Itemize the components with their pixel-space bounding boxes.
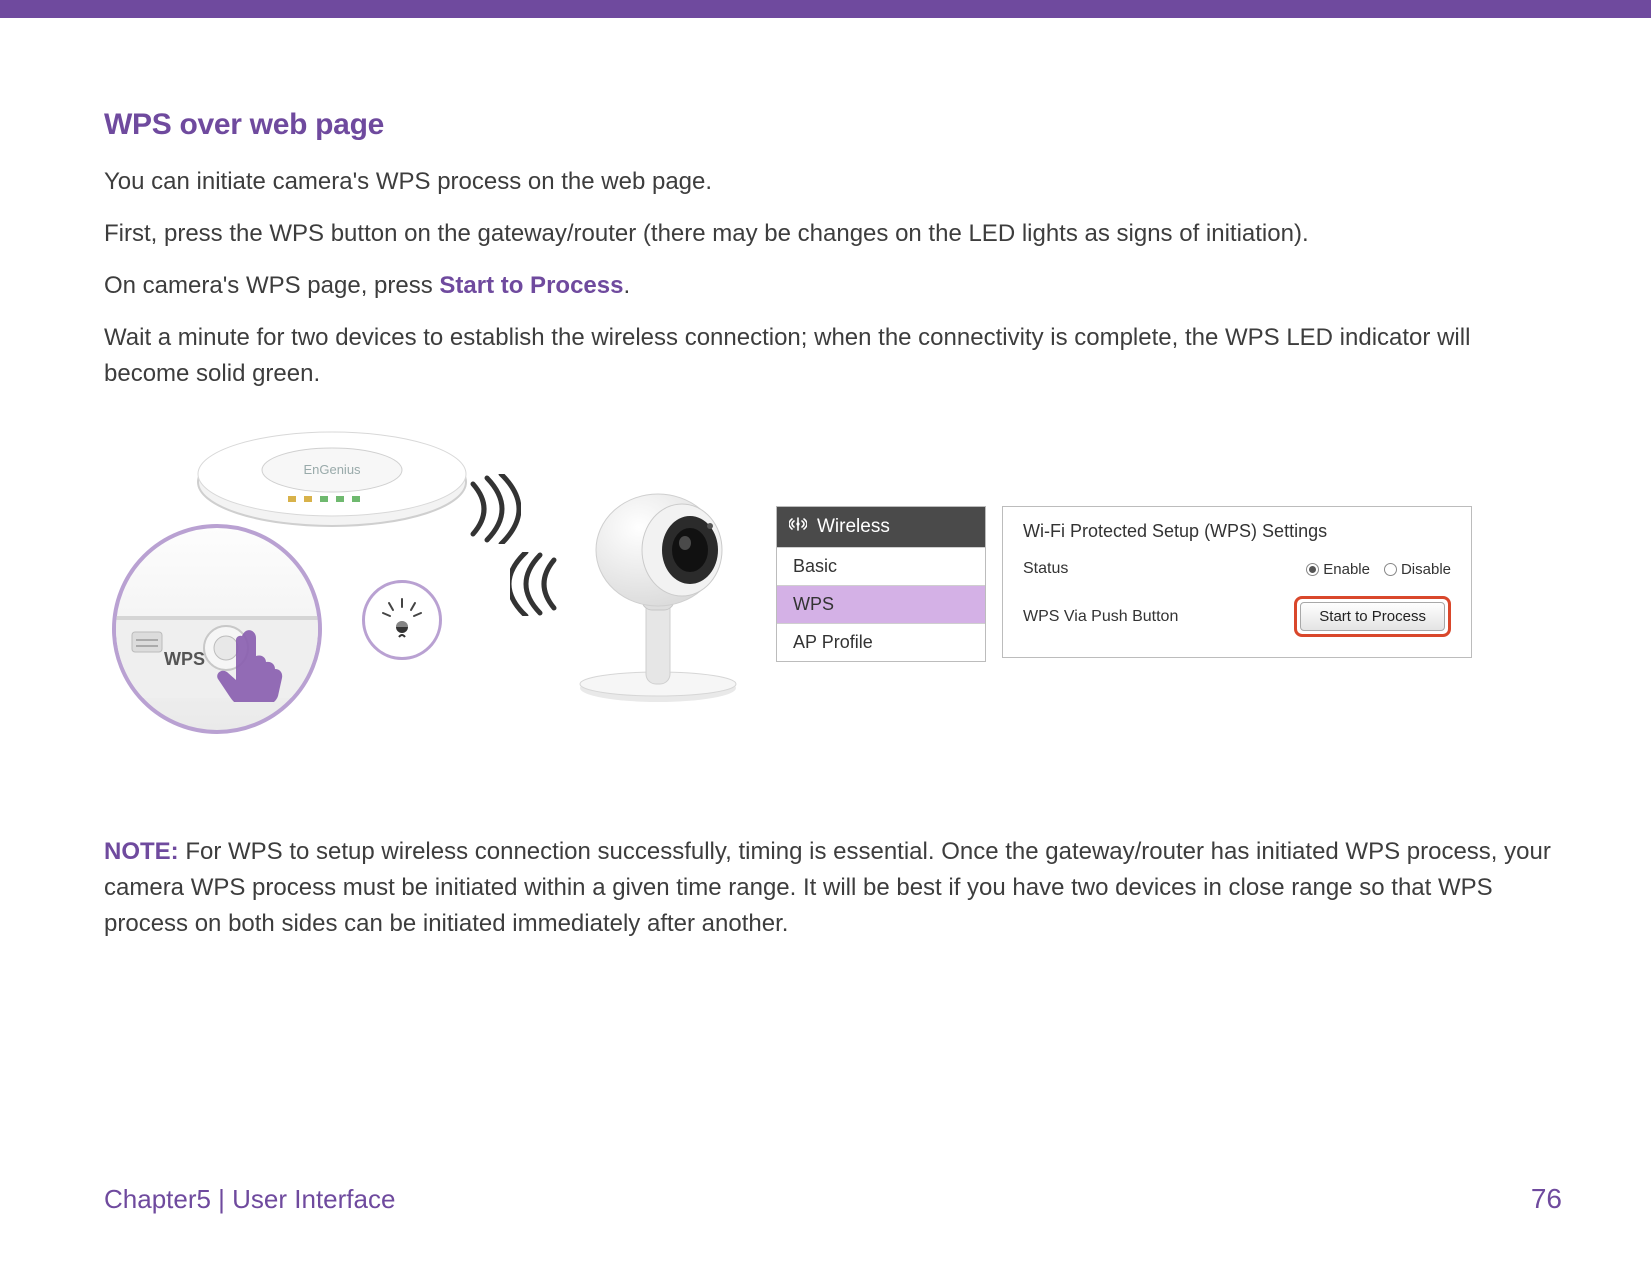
camera-illustration <box>562 488 772 708</box>
footer-chapter: Chapter5 | User Interface <box>104 1184 395 1215</box>
note-label: NOTE: <box>104 838 179 865</box>
radio-icon <box>1306 563 1319 576</box>
note-text: For WPS to setup wireless connection suc… <box>104 838 1551 937</box>
nav-item-ap-profile[interactable]: AP Profile <box>777 623 985 661</box>
start-button-highlight: Start to Process <box>1294 596 1451 637</box>
status-row: Status Enable Disable <box>1023 560 1451 578</box>
start-to-process-text: Start to Process <box>439 272 623 299</box>
settings-title: Wi-Fi Protected Setup (WPS) Settings <box>1023 521 1451 542</box>
wireless-nav-menu: Wireless Basic WPS AP Profile <box>776 506 986 662</box>
paragraph-2: First, press the WPS button on the gatew… <box>104 216 1562 252</box>
enable-radio[interactable]: Enable <box>1306 561 1370 578</box>
wps-settings-panel: Wi-Fi Protected Setup (WPS) Settings Sta… <box>1002 506 1472 658</box>
router-body: EnGenius <box>192 426 472 532</box>
radio-icon <box>1384 563 1397 576</box>
nav-header-label: Wireless <box>817 516 890 538</box>
nav-header: Wireless <box>777 507 985 547</box>
nav-item-basic[interactable]: Basic <box>777 547 985 585</box>
note-paragraph: NOTE: For WPS to setup wireless connecti… <box>104 834 1562 942</box>
nav-item-wps[interactable]: WPS <box>777 585 985 623</box>
page-footer: Chapter5 | User Interface 76 <box>104 1183 1562 1215</box>
paragraph-1: You can initiate camera's WPS process on… <box>104 164 1562 200</box>
top-bar <box>0 0 1651 18</box>
para3-pre: On camera's WPS page, press <box>104 272 439 299</box>
wireless-icon <box>789 515 807 539</box>
wps-button-label: WPS <box>164 649 205 670</box>
para3-post: . <box>623 272 630 299</box>
document-page: WPS over web page You can initiate camer… <box>0 0 1651 1275</box>
status-label: Status <box>1023 560 1068 578</box>
start-to-process-button[interactable]: Start to Process <box>1300 602 1445 631</box>
push-button-row: WPS Via Push Button Start to Process <box>1023 596 1451 637</box>
content-area: WPS over web page You can initiate camer… <box>104 108 1562 408</box>
svg-text:EnGenius: EnGenius <box>303 462 361 477</box>
paragraph-3: On camera's WPS page, press Start to Pro… <box>104 268 1562 304</box>
illustration-row: EnGenius <box>132 424 1532 724</box>
status-radio-group: Enable Disable <box>1306 561 1451 578</box>
section-heading: WPS over web page <box>104 108 1562 142</box>
router-illustration: EnGenius <box>132 424 502 704</box>
paragraph-4: Wait a minute for two devices to establi… <box>104 320 1562 392</box>
wps-button-closeup: WPS <box>112 524 322 734</box>
push-button-label: WPS Via Push Button <box>1023 608 1178 626</box>
signal-in-icon <box>510 552 560 616</box>
disable-radio[interactable]: Disable <box>1384 561 1451 578</box>
wps-led-closeup <box>362 580 442 660</box>
footer-page-number: 76 <box>1531 1183 1562 1215</box>
enable-label: Enable <box>1323 561 1370 578</box>
signal-out-icon <box>467 474 521 544</box>
hand-icon <box>208 622 288 702</box>
disable-label: Disable <box>1401 561 1451 578</box>
